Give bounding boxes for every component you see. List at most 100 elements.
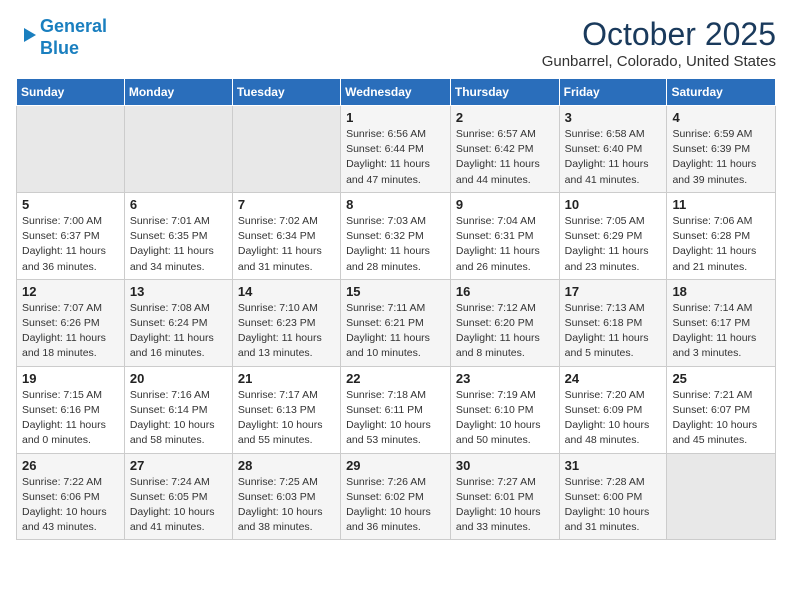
day-number: 11 bbox=[672, 197, 770, 212]
day-info: Sunrise: 7:27 AM Sunset: 6:01 PM Dayligh… bbox=[456, 475, 554, 536]
day-info: Sunrise: 7:01 AM Sunset: 6:35 PM Dayligh… bbox=[130, 214, 227, 275]
calendar-week-row: 1Sunrise: 6:56 AM Sunset: 6:44 PM Daylig… bbox=[17, 106, 776, 193]
title-block: October 2025 Gunbarrel, Colorado, United… bbox=[542, 16, 776, 70]
day-number: 5 bbox=[22, 197, 119, 212]
day-info: Sunrise: 7:10 AM Sunset: 6:23 PM Dayligh… bbox=[238, 301, 335, 362]
calendar-cell: 28 Sunrise: 7:25 AM Sunset: 6:03 PM Dayli… bbox=[232, 453, 340, 540]
calendar-cell bbox=[17, 106, 125, 193]
calendar-cell bbox=[232, 106, 340, 193]
day-number: 27 bbox=[130, 458, 227, 473]
day-number: 12 bbox=[22, 284, 119, 299]
weekday-header-row: SundayMondayTuesdayWednesdayThursdayFrid… bbox=[17, 79, 776, 106]
day-number: 1 bbox=[346, 110, 445, 125]
calendar-cell: 30 Sunrise: 7:27 AM Sunset: 6:01 PM Dayli… bbox=[450, 453, 559, 540]
calendar-cell: 8 Sunrise: 7:03 AM Sunset: 6:32 PM Daylig… bbox=[341, 192, 451, 279]
logo-icon bbox=[18, 24, 40, 46]
calendar-cell: 6 Sunrise: 7:01 AM Sunset: 6:35 PM Daylig… bbox=[124, 192, 232, 279]
day-info: Sunrise: 7:05 AM Sunset: 6:29 PM Dayligh… bbox=[565, 214, 662, 275]
day-info: Sunrise: 6:57 AM Sunset: 6:42 PM Dayligh… bbox=[456, 127, 554, 188]
calendar-cell: 3Sunrise: 6:58 AM Sunset: 6:40 PM Daylig… bbox=[559, 106, 667, 193]
day-info: Sunrise: 7:22 AM Sunset: 6:06 PM Dayligh… bbox=[22, 475, 119, 536]
day-number: 16 bbox=[456, 284, 554, 299]
logo: General Blue bbox=[16, 16, 107, 59]
calendar-cell: 31 Sunrise: 7:28 AM Sunset: 6:00 PM Dayli… bbox=[559, 453, 667, 540]
calendar-cell: 21 Sunrise: 7:17 AM Sunset: 6:13 PM Dayli… bbox=[232, 366, 340, 453]
day-number: 3 bbox=[565, 110, 662, 125]
calendar-cell bbox=[124, 106, 232, 193]
calendar-cell: 23Sunrise: 7:19 AM Sunset: 6:10 PM Dayli… bbox=[450, 366, 559, 453]
day-number: 23 bbox=[456, 371, 554, 386]
day-number: 19 bbox=[22, 371, 119, 386]
calendar-table: SundayMondayTuesdayWednesdayThursdayFrid… bbox=[16, 78, 776, 540]
day-info: Sunrise: 7:21 AM Sunset: 6:07 PM Dayligh… bbox=[672, 388, 770, 449]
calendar-cell: 26 Sunrise: 7:22 AM Sunset: 6:06 PM Dayli… bbox=[17, 453, 125, 540]
weekday-header-tuesday: Tuesday bbox=[232, 79, 340, 106]
day-info: Sunrise: 7:13 AM Sunset: 6:18 PM Dayligh… bbox=[565, 301, 662, 362]
day-info: Sunrise: 7:14 AM Sunset: 6:17 PM Dayligh… bbox=[672, 301, 770, 362]
day-number: 25 bbox=[672, 371, 770, 386]
calendar-cell: 14Sunrise: 7:10 AM Sunset: 6:23 PM Dayli… bbox=[232, 279, 340, 366]
weekday-header-friday: Friday bbox=[559, 79, 667, 106]
day-number: 15 bbox=[346, 284, 445, 299]
calendar-cell: 11Sunrise: 7:06 AM Sunset: 6:28 PM Dayli… bbox=[667, 192, 776, 279]
calendar-cell: 17 Sunrise: 7:13 AM Sunset: 6:18 PM Dayli… bbox=[559, 279, 667, 366]
day-info: Sunrise: 7:26 AM Sunset: 6:02 PM Dayligh… bbox=[346, 475, 445, 536]
day-number: 13 bbox=[130, 284, 227, 299]
day-info: Sunrise: 7:00 AM Sunset: 6:37 PM Dayligh… bbox=[22, 214, 119, 275]
calendar-cell: 2 Sunrise: 6:57 AM Sunset: 6:42 PM Daylig… bbox=[450, 106, 559, 193]
day-number: 28 bbox=[238, 458, 335, 473]
day-number: 20 bbox=[130, 371, 227, 386]
calendar-cell: 24 Sunrise: 7:20 AM Sunset: 6:09 PM Dayli… bbox=[559, 366, 667, 453]
day-number: 2 bbox=[456, 110, 554, 125]
calendar-cell: 10 Sunrise: 7:05 AM Sunset: 6:29 PM Dayli… bbox=[559, 192, 667, 279]
location-subtitle: Gunbarrel, Colorado, United States bbox=[542, 53, 776, 70]
calendar-cell: 19 Sunrise: 7:15 AM Sunset: 6:16 PM Dayli… bbox=[17, 366, 125, 453]
day-number: 9 bbox=[456, 197, 554, 212]
day-number: 31 bbox=[565, 458, 662, 473]
day-info: Sunrise: 7:07 AM Sunset: 6:26 PM Dayligh… bbox=[22, 301, 119, 362]
day-info: Sunrise: 7:15 AM Sunset: 6:16 PM Dayligh… bbox=[22, 388, 119, 449]
day-number: 6 bbox=[130, 197, 227, 212]
day-number: 4 bbox=[672, 110, 770, 125]
day-info: Sunrise: 7:17 AM Sunset: 6:13 PM Dayligh… bbox=[238, 388, 335, 449]
day-info: Sunrise: 7:04 AM Sunset: 6:31 PM Dayligh… bbox=[456, 214, 554, 275]
calendar-cell: 15Sunrise: 7:11 AM Sunset: 6:21 PM Dayli… bbox=[341, 279, 451, 366]
calendar-week-row: 12 Sunrise: 7:07 AM Sunset: 6:26 PM Dayli… bbox=[17, 279, 776, 366]
day-number: 17 bbox=[565, 284, 662, 299]
day-number: 21 bbox=[238, 371, 335, 386]
day-info: Sunrise: 7:20 AM Sunset: 6:09 PM Dayligh… bbox=[565, 388, 662, 449]
page-header: General Blue October 2025 Gunbarrel, Col… bbox=[16, 16, 776, 70]
day-info: Sunrise: 7:18 AM Sunset: 6:11 PM Dayligh… bbox=[346, 388, 445, 449]
day-number: 24 bbox=[565, 371, 662, 386]
day-info: Sunrise: 7:25 AM Sunset: 6:03 PM Dayligh… bbox=[238, 475, 335, 536]
calendar-cell bbox=[667, 453, 776, 540]
calendar-cell: 5 Sunrise: 7:00 AM Sunset: 6:37 PM Daylig… bbox=[17, 192, 125, 279]
day-number: 7 bbox=[238, 197, 335, 212]
calendar-cell: 9 Sunrise: 7:04 AM Sunset: 6:31 PM Daylig… bbox=[450, 192, 559, 279]
calendar-cell: 16 Sunrise: 7:12 AM Sunset: 6:20 PM Dayli… bbox=[450, 279, 559, 366]
calendar-week-row: 5 Sunrise: 7:00 AM Sunset: 6:37 PM Daylig… bbox=[17, 192, 776, 279]
day-number: 26 bbox=[22, 458, 119, 473]
day-number: 18 bbox=[672, 284, 770, 299]
calendar-week-row: 19 Sunrise: 7:15 AM Sunset: 6:16 PM Dayli… bbox=[17, 366, 776, 453]
day-info: Sunrise: 7:08 AM Sunset: 6:24 PM Dayligh… bbox=[130, 301, 227, 362]
day-info: Sunrise: 7:03 AM Sunset: 6:32 PM Dayligh… bbox=[346, 214, 445, 275]
calendar-cell: 18 Sunrise: 7:14 AM Sunset: 6:17 PM Dayli… bbox=[667, 279, 776, 366]
month-title: October 2025 bbox=[542, 16, 776, 53]
calendar-cell: 20 Sunrise: 7:16 AM Sunset: 6:14 PM Dayli… bbox=[124, 366, 232, 453]
calendar-cell: 12 Sunrise: 7:07 AM Sunset: 6:26 PM Dayli… bbox=[17, 279, 125, 366]
day-number: 10 bbox=[565, 197, 662, 212]
day-info: Sunrise: 7:16 AM Sunset: 6:14 PM Dayligh… bbox=[130, 388, 227, 449]
calendar-cell: 7Sunrise: 7:02 AM Sunset: 6:34 PM Daylig… bbox=[232, 192, 340, 279]
day-info: Sunrise: 7:12 AM Sunset: 6:20 PM Dayligh… bbox=[456, 301, 554, 362]
day-info: Sunrise: 7:28 AM Sunset: 6:00 PM Dayligh… bbox=[565, 475, 662, 536]
day-number: 29 bbox=[346, 458, 445, 473]
logo-text: General Blue bbox=[40, 16, 107, 59]
calendar-cell: 27Sunrise: 7:24 AM Sunset: 6:05 PM Dayli… bbox=[124, 453, 232, 540]
day-number: 30 bbox=[456, 458, 554, 473]
calendar-cell: 22Sunrise: 7:18 AM Sunset: 6:11 PM Dayli… bbox=[341, 366, 451, 453]
day-number: 8 bbox=[346, 197, 445, 212]
calendar-cell: 13 Sunrise: 7:08 AM Sunset: 6:24 PM Dayli… bbox=[124, 279, 232, 366]
calendar-week-row: 26 Sunrise: 7:22 AM Sunset: 6:06 PM Dayli… bbox=[17, 453, 776, 540]
weekday-header-thursday: Thursday bbox=[450, 79, 559, 106]
